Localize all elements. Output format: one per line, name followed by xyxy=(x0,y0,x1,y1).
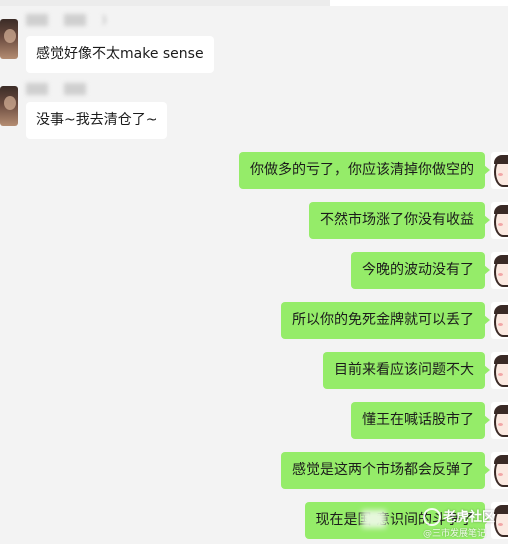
contact-nickname: ) xyxy=(26,13,106,27)
outgoing-bubble[interactable]: 目前来看应该问题不大 xyxy=(323,352,490,389)
outgoing-bubble[interactable]: 不然市场涨了你没有收益 xyxy=(309,202,490,239)
blurred-redaction xyxy=(362,510,386,528)
outgoing-bubble[interactable]: 懂王在喊话股市了 xyxy=(351,402,490,439)
top-strip xyxy=(0,0,508,6)
my-avatar[interactable] xyxy=(491,252,508,289)
outgoing-bubble[interactable]: 所以你的免死金牌就可以丢了 xyxy=(281,302,490,339)
watermark-title: 老虎社区 xyxy=(443,510,496,525)
my-avatar[interactable] xyxy=(491,352,508,389)
my-avatar[interactable] xyxy=(491,202,508,239)
contact-nickname xyxy=(26,82,102,96)
contact-avatar[interactable] xyxy=(0,19,18,59)
watermark-subtitle: @三市发展笔记 xyxy=(423,529,487,539)
incoming-bubble[interactable]: 感觉好像不太make sense xyxy=(26,36,214,73)
my-avatar[interactable] xyxy=(491,402,508,439)
watermark: 老虎社区 @三市发展笔记 xyxy=(423,506,508,540)
my-avatar[interactable] xyxy=(491,152,508,189)
tiger-logo-icon xyxy=(423,508,441,526)
outgoing-bubble[interactable]: 感觉是这两个市场都会反弹了 xyxy=(281,452,490,489)
outgoing-bubble[interactable]: 今晚的波动没有了 xyxy=(351,252,490,289)
my-avatar[interactable] xyxy=(491,302,508,339)
contact-avatar[interactable] xyxy=(0,86,18,126)
incoming-bubble[interactable]: 没事~我去清仓了~ xyxy=(26,102,168,139)
outgoing-bubble[interactable]: 你做多的亏了，你应该清掉你做空的 xyxy=(239,152,490,189)
my-avatar[interactable] xyxy=(491,452,508,489)
